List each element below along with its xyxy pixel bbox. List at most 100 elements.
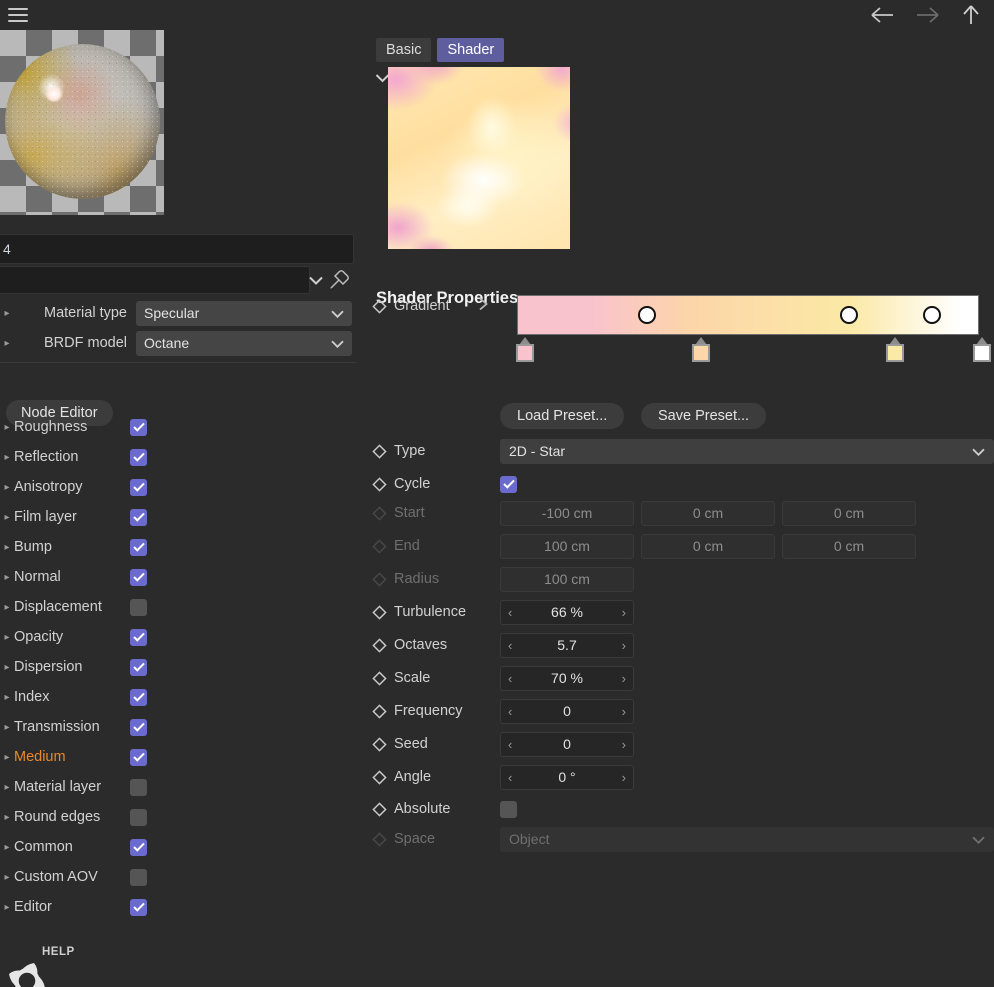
material-name-input[interactable]: 4 <box>0 234 354 264</box>
channel-twisty[interactable]: ▸ <box>0 872 14 883</box>
cycle-checkbox[interactable] <box>500 475 517 493</box>
type-pin-icon[interactable] <box>364 443 394 459</box>
channel-twisty[interactable]: ▸ <box>0 422 14 433</box>
start-field-0[interactable]: -100 cm <box>500 500 634 526</box>
channel-twisty[interactable]: ▸ <box>0 782 14 793</box>
channel-row[interactable]: ▸ Common <box>0 832 356 862</box>
channel-checkbox[interactable] <box>130 898 147 916</box>
channel-twisty[interactable]: ▸ <box>0 842 14 853</box>
brdf-model-twisty[interactable]: ▸ <box>0 338 14 349</box>
end-pin-icon[interactable] <box>364 538 394 554</box>
chevron-right-icon[interactable]: › <box>622 605 626 620</box>
channel-twisty[interactable]: ▸ <box>0 602 14 613</box>
channel-checkbox[interactable] <box>130 808 147 826</box>
material-preview[interactable] <box>0 30 164 215</box>
chevron-right-icon[interactable]: › <box>622 671 626 686</box>
up-button[interactable] <box>956 2 986 28</box>
turbulence-pin-icon[interactable] <box>364 604 394 620</box>
angle-stepper[interactable]: ‹ 0 ° › <box>500 764 634 790</box>
channel-checkbox[interactable] <box>130 478 147 496</box>
channel-twisty[interactable]: ▸ <box>0 752 14 763</box>
texture-preview[interactable] <box>388 67 570 249</box>
channel-twisty[interactable]: ▸ <box>0 572 14 583</box>
absolute-pin-icon[interactable] <box>364 801 394 817</box>
start-field-1[interactable]: 0 cm <box>641 500 775 526</box>
channel-checkbox[interactable] <box>130 838 147 856</box>
channel-row[interactable]: ▸ Custom AOV <box>0 862 356 892</box>
channel-row[interactable]: ▸ Round edges <box>0 802 356 832</box>
scale-stepper[interactable]: ‹ 70 % › <box>500 665 634 691</box>
help-logo[interactable]: HELP <box>0 942 110 987</box>
channel-twisty[interactable]: ▸ <box>0 902 14 913</box>
radius-pin-icon[interactable] <box>364 571 394 587</box>
eyedropper-button[interactable] <box>328 269 350 291</box>
gradient-stop-marker[interactable] <box>973 337 992 363</box>
channel-row[interactable]: ▸ Index <box>0 682 356 712</box>
channel-row[interactable]: ▸ Roughness <box>0 412 356 442</box>
channel-checkbox[interactable] <box>130 658 147 676</box>
channel-checkbox[interactable] <box>130 628 147 646</box>
channel-row[interactable]: ▸ Editor <box>0 892 356 922</box>
octaves-pin-icon[interactable] <box>364 637 394 653</box>
space-pin-icon[interactable] <box>364 831 394 847</box>
channel-row[interactable]: ▸ Normal <box>0 562 356 592</box>
channel-twisty[interactable]: ▸ <box>0 812 14 823</box>
channel-row[interactable]: ▸ Reflection <box>0 442 356 472</box>
seed-stepper[interactable]: ‹ 0 › <box>500 731 634 757</box>
type-select[interactable]: 2D - Star <box>500 438 994 464</box>
channel-row[interactable]: ▸ Transmission <box>0 712 356 742</box>
channel-row[interactable]: ▸ Opacity <box>0 622 356 652</box>
load-preset-button[interactable]: Load Preset... <box>500 403 625 429</box>
channel-checkbox[interactable] <box>130 868 147 886</box>
space-select[interactable]: Object <box>500 826 994 852</box>
hamburger-icon[interactable] <box>8 8 28 23</box>
seed-pin-icon[interactable] <box>364 736 394 752</box>
channel-twisty[interactable]: ▸ <box>0 632 14 643</box>
angle-pin-icon[interactable] <box>364 769 394 785</box>
frequency-pin-icon[interactable] <box>364 703 394 719</box>
channel-twisty[interactable]: ▸ <box>0 512 14 523</box>
end-field-1[interactable]: 0 cm <box>641 533 775 559</box>
channel-row[interactable]: ▸ Bump <box>0 532 356 562</box>
gradient-stop-marker[interactable] <box>691 337 710 363</box>
cycle-pin-icon[interactable] <box>364 476 394 492</box>
tab-shader[interactable]: Shader <box>437 38 505 62</box>
channel-checkbox[interactable] <box>130 508 147 526</box>
channel-checkbox[interactable] <box>130 418 147 436</box>
channel-twisty[interactable]: ▸ <box>0 692 14 703</box>
chevron-right-icon[interactable]: › <box>622 704 626 719</box>
channel-row[interactable]: ▸ Anisotropy <box>0 472 356 502</box>
start-field-2[interactable]: 0 cm <box>782 500 916 526</box>
stop-color-swatch[interactable] <box>691 344 710 362</box>
forward-button[interactable] <box>912 2 942 28</box>
absolute-checkbox[interactable] <box>500 800 517 818</box>
channel-checkbox[interactable] <box>130 778 147 796</box>
texture-combo-caret[interactable] <box>306 271 326 289</box>
end-field-0[interactable]: 100 cm <box>500 533 634 559</box>
stop-color-swatch[interactable] <box>885 344 904 362</box>
gradient-handle[interactable] <box>923 306 941 324</box>
scale-pin-icon[interactable] <box>364 670 394 686</box>
chevron-right-icon[interactable]: › <box>622 737 626 752</box>
frequency-stepper[interactable]: ‹ 0 › <box>500 698 634 724</box>
texture-combo-input[interactable] <box>0 266 310 294</box>
channel-checkbox[interactable] <box>130 598 147 616</box>
radius-field[interactable]: 100 cm <box>500 566 634 592</box>
channel-row[interactable]: ▸ Material layer <box>0 772 356 802</box>
channel-row[interactable]: ▸ Dispersion <box>0 652 356 682</box>
channel-row[interactable]: ▸ Displacement <box>0 592 356 622</box>
brdf-model-select[interactable]: Octane <box>136 330 352 356</box>
channel-twisty[interactable]: ▸ <box>0 482 14 493</box>
channel-checkbox[interactable] <box>130 718 147 736</box>
tab-basic[interactable]: Basic <box>376 38 432 62</box>
gradient-handle[interactable] <box>637 306 656 324</box>
gradient-bar[interactable] <box>517 295 979 335</box>
turbulence-stepper[interactable]: ‹ 66 % › <box>500 599 634 625</box>
channel-checkbox[interactable] <box>130 568 147 586</box>
gradient-expand-button[interactable] <box>478 297 489 316</box>
gradient-stop-marker[interactable] <box>885 337 904 363</box>
channel-checkbox[interactable] <box>130 688 147 706</box>
stop-color-swatch[interactable] <box>973 344 992 362</box>
material-type-select[interactable]: Specular <box>136 300 352 326</box>
channel-twisty[interactable]: ▸ <box>0 662 14 673</box>
